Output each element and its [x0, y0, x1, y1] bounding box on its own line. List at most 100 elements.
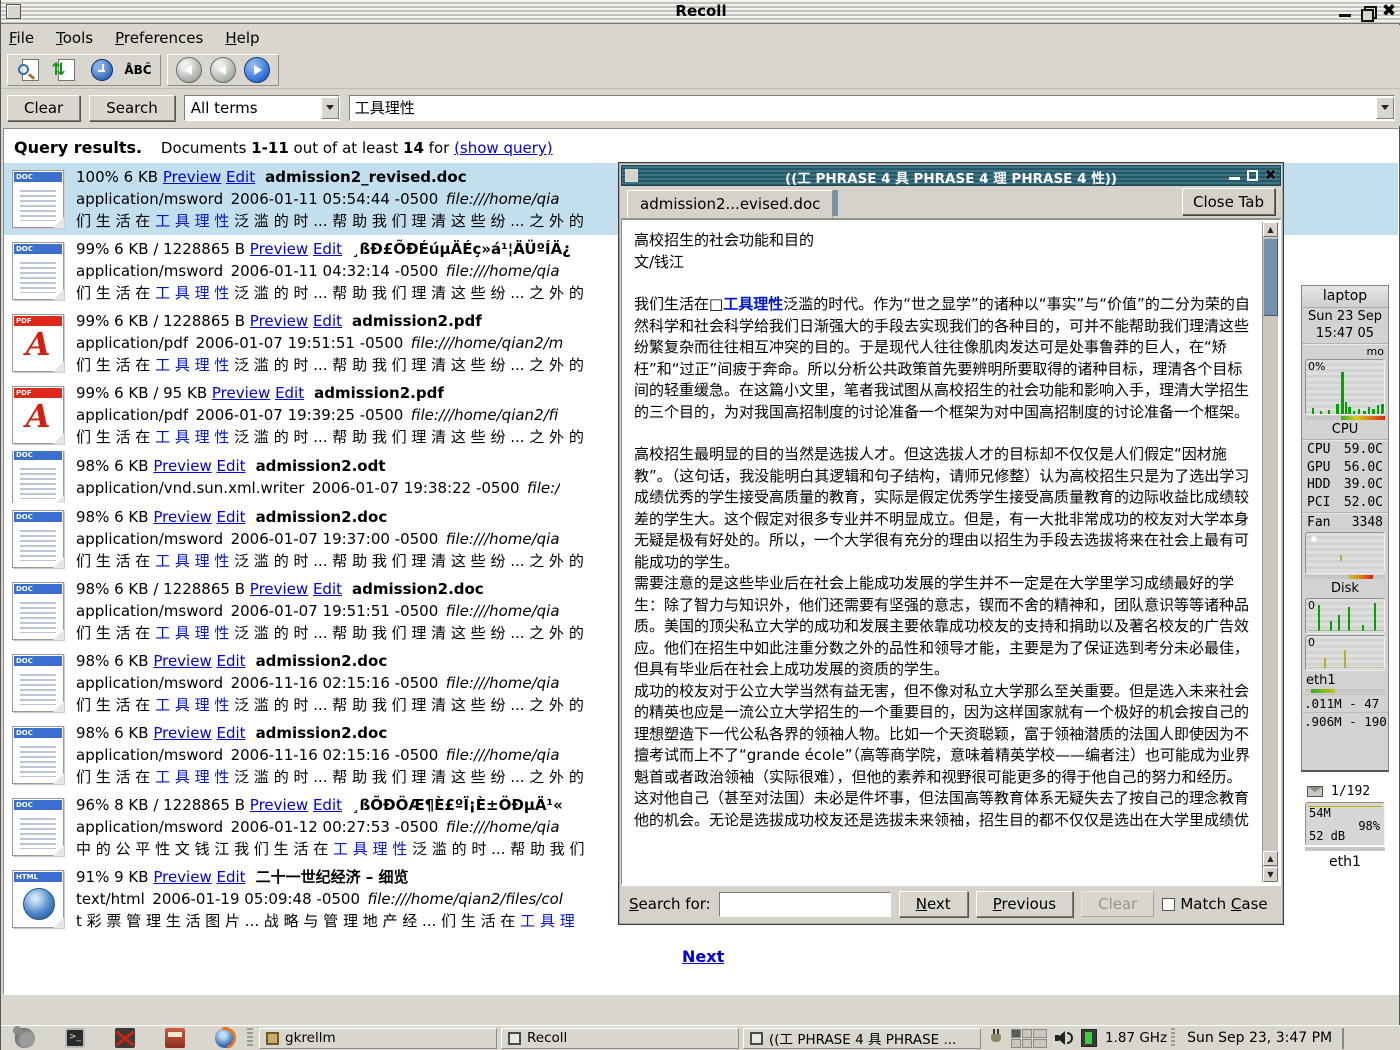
match-case-checkbox[interactable]: Match Case: [1162, 895, 1267, 913]
show-query-details-button[interactable]: [16, 57, 44, 83]
disk1-graph: [1306, 599, 1385, 633]
scroll-down-icon[interactable]: ▼: [1263, 867, 1278, 882]
preview-text[interactable]: 高校招生的社会功能和目的文/钱江我们生活在□工具理性泛滥的时代。作为“世之显学”…: [624, 222, 1261, 882]
edit-link[interactable]: Edit: [217, 868, 246, 886]
scroll-up2-icon[interactable]: ▲: [1263, 851, 1278, 866]
scroll-up-icon[interactable]: ▲: [1263, 222, 1278, 237]
clock-handle[interactable]: [1171, 1028, 1175, 1048]
result-size: 6 KB: [114, 724, 153, 742]
restore-icon[interactable]: [1359, 4, 1375, 20]
doc-glyph-icon: [20, 599, 56, 633]
chevron-down-icon[interactable]: [321, 97, 339, 119]
menu-preferences[interactable]: Preferences: [115, 29, 203, 47]
recoll-window-titlebar[interactable]: Recoll ✖: [1, 0, 1400, 24]
preview-clear-button[interactable]: Clear: [1081, 891, 1154, 917]
scrollbar-thumb[interactable]: [1263, 238, 1278, 316]
edit-link[interactable]: Edit: [217, 724, 246, 742]
preview-minimize-icon[interactable]: [1228, 169, 1241, 182]
edit-link[interactable]: Edit: [313, 796, 342, 814]
checkbox-icon[interactable]: [1162, 898, 1175, 911]
preview-link[interactable]: Preview: [212, 384, 270, 402]
gnome-menu-icon[interactable]: [15, 1028, 35, 1048]
preview-window: ((工 PHRASE 4 具 PHRASE 4 理 PHRASE 4 性)) ✖…: [618, 162, 1284, 925]
temp-label: HDD: [1307, 476, 1330, 494]
next-results-link[interactable]: Next: [682, 947, 724, 966]
workspace-pager[interactable]: [1011, 1029, 1047, 1048]
result-date: 2006-01-19 05:09:48 -0500: [152, 890, 367, 908]
search-input[interactable]: [350, 97, 1376, 119]
edit-link[interactable]: Edit: [217, 652, 246, 670]
temp-row: GPU56.0C: [1307, 459, 1383, 477]
mail-row[interactable]: 1/192: [1302, 782, 1388, 801]
previous-page-button[interactable]: [210, 57, 236, 83]
preview-next-button[interactable]: Next: [899, 891, 968, 917]
edit-link[interactable]: Edit: [275, 384, 304, 402]
preview-link[interactable]: Preview: [250, 580, 308, 598]
typewriter-icon[interactable]: [165, 1028, 185, 1048]
edit-link[interactable]: Edit: [313, 580, 342, 598]
volume-icon[interactable]: [1055, 1030, 1073, 1046]
edit-link[interactable]: Edit: [313, 240, 342, 258]
preview-titlebar[interactable]: ((工 PHRASE 4 具 PHRASE 4 理 PHRASE 4 性)) ✖: [621, 165, 1281, 186]
preview-link[interactable]: Preview: [153, 457, 211, 475]
next-page-button[interactable]: [244, 57, 270, 83]
preview-link[interactable]: Preview: [153, 652, 211, 670]
preview-search-input[interactable]: [719, 892, 891, 917]
eth-krell: [1305, 689, 1385, 693]
menu-tools[interactable]: Tools: [56, 29, 93, 47]
edit-link[interactable]: Edit: [313, 312, 342, 330]
menubar: File Tools Preferences Help: [1, 25, 1400, 51]
preview-maximize-icon[interactable]: [1246, 169, 1259, 182]
taskbar-launchers: >_: [1, 1028, 247, 1048]
sort-parameters-button[interactable]: ⇅: [52, 57, 80, 83]
preview-link[interactable]: Preview: [153, 508, 211, 526]
highlighted-term: 工 具 理: [520, 912, 575, 930]
firefox-icon[interactable]: [215, 1028, 235, 1048]
preview-link[interactable]: Preview: [163, 168, 221, 186]
sort-by-date-button[interactable]: [88, 57, 116, 83]
close-icon[interactable]: ✖: [1381, 4, 1397, 20]
preview-link[interactable]: Preview: [250, 240, 308, 258]
doc-glyph-icon: [20, 187, 56, 221]
power-plug-icon[interactable]: [991, 1029, 1003, 1047]
tasklist-handle[interactable]: [247, 1028, 253, 1048]
preview-link[interactable]: Preview: [250, 796, 308, 814]
first-page-button[interactable]: [176, 57, 202, 83]
edit-link[interactable]: Edit: [217, 508, 246, 526]
result-snippet: t 彩 票 管 理 生 活 图 片 ... 战 略 与 管 理 地 产 经 ..…: [76, 910, 575, 932]
term-explorer-button[interactable]: ÅBĈ: [124, 57, 152, 83]
cpu-frequency-value: 1.87 GHz: [1105, 1030, 1167, 1046]
preview-previous-button[interactable]: Previous: [976, 891, 1073, 917]
menu-file[interactable]: File: [9, 29, 34, 47]
preview-tab[interactable]: admission2...evised.doc: [627, 190, 833, 218]
task-button[interactable]: gkrellm: [259, 1028, 497, 1049]
search-mode-select[interactable]: All terms: [184, 95, 340, 121]
preview-close-icon[interactable]: ✖: [1264, 169, 1277, 182]
fan-row: Fan 3348: [1302, 514, 1388, 531]
search-button[interactable]: Search: [89, 95, 175, 121]
result-date: 2006-01-07 19:51:51 -0500: [231, 602, 446, 620]
edit-link[interactable]: Edit: [226, 168, 255, 186]
result-relevance: 98%: [76, 724, 114, 742]
preview-link[interactable]: Preview: [153, 724, 211, 742]
close-tab-button[interactable]: Close Tab: [1182, 188, 1275, 215]
result-url: file:///home/qia: [446, 530, 560, 548]
edit-link[interactable]: Edit: [217, 457, 246, 475]
task-button[interactable]: ((工 PHRASE 4 具 PHRASE ...: [743, 1028, 981, 1049]
preview-link[interactable]: Preview: [250, 312, 308, 330]
preview-tab-edge: [833, 190, 838, 216]
terminal-icon[interactable]: >_: [65, 1028, 85, 1048]
preview-link[interactable]: Preview: [153, 868, 211, 886]
show-query-link[interactable]: (show query): [454, 139, 553, 157]
gkrellm-panel[interactable]: laptop Sun 23 Sep 15:47 05 mo 0% CPU: [1301, 285, 1389, 772]
cpu-frequency-icon[interactable]: [1081, 1029, 1097, 1047]
history-dropdown-icon[interactable]: [1376, 97, 1394, 119]
preview-scrollbar[interactable]: ▲ ▲ ▼: [1262, 222, 1278, 882]
doc-file-icon: DOC: [12, 726, 64, 784]
clear-button[interactable]: Clear: [7, 95, 80, 121]
minimize-icon[interactable]: [1337, 4, 1353, 20]
taskbar-clock[interactable]: Sun Sep 23, 3:47 PM: [1179, 1030, 1342, 1046]
menu-help[interactable]: Help: [225, 29, 259, 47]
keyboard-disabled-icon[interactable]: [115, 1028, 135, 1048]
task-button[interactable]: Recoll: [501, 1028, 739, 1049]
